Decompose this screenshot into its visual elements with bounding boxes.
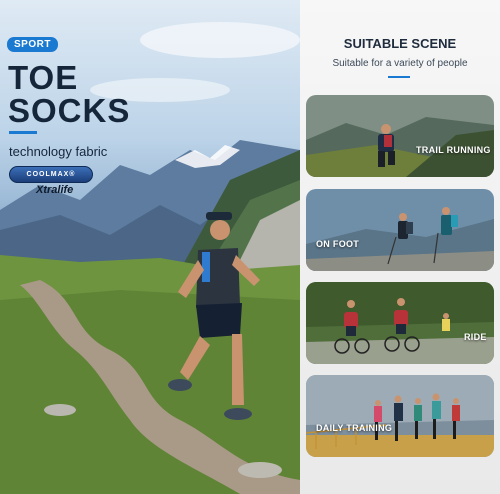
product-page: SPORT TOE SOCKS technology fabric COOLMA… (0, 0, 500, 494)
xtralife-logo: Xtralife (36, 184, 74, 196)
scene-subtitle: Suitable for a variety of people (332, 58, 468, 69)
trail-running-photo (306, 95, 494, 177)
product-subtitle: technology fabric (9, 144, 108, 159)
scene-card-trail-running: TRAIL RUNNING (306, 95, 494, 177)
scene-label-ride: RIDE (464, 332, 487, 342)
sport-tag: SPORT (7, 37, 58, 52)
product-title-line1: TOE (8, 59, 79, 96)
group-running-photo (306, 375, 494, 457)
coolmax-logo: COOLMAX® (9, 166, 93, 183)
scene-accent-bar (388, 76, 410, 78)
product-title-line2: SOCKS (8, 92, 131, 129)
scene-card-ride: RIDE (306, 282, 494, 364)
cycling-photo (306, 282, 494, 364)
title-accent-bar (9, 131, 37, 134)
suitable-scene-panel: SUITABLE SCENE Suitable for a variety of… (300, 0, 500, 494)
scene-title: SUITABLE SCENE (343, 36, 457, 51)
hiking-photo (306, 189, 494, 271)
scene-label-trail-running: TRAIL RUNNING (416, 145, 491, 155)
hero-image: SPORT TOE SOCKS technology fabric COOLMA… (0, 0, 300, 494)
scene-card-daily-training: DAILY TRAINING (306, 375, 494, 457)
scene-card-on-foot: ON FOOT (306, 189, 494, 271)
scene-label-daily-training: DAILY TRAINING (316, 423, 393, 433)
scene-label-on-foot: ON FOOT (316, 239, 360, 249)
